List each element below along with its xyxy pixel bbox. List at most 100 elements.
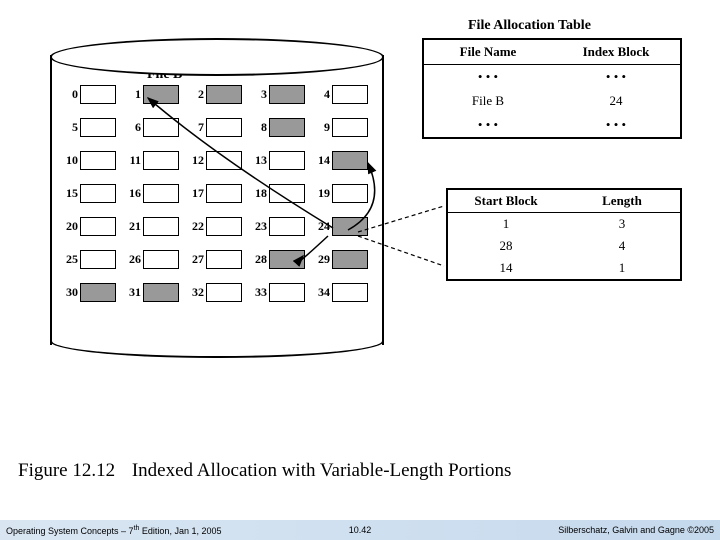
block-box — [143, 283, 179, 302]
block-cell: 18 — [249, 184, 312, 203]
block-number: 21 — [123, 219, 141, 234]
block-cell: 25 — [60, 250, 123, 269]
disk-cylinder: File B 012345678910111213141516171819202… — [50, 38, 380, 358]
block-box — [143, 118, 179, 137]
block-row: 5 6 7 8 9 — [60, 118, 378, 137]
block-cell: 17 — [186, 184, 249, 203]
block-cell: 30 — [60, 283, 123, 302]
block-cell: 20 — [60, 217, 123, 236]
figure-title: Indexed Allocation with Variable-Length … — [132, 460, 512, 481]
footer-page-number: 10.42 — [339, 525, 382, 535]
block-cell: 24 — [312, 217, 375, 236]
fat-header-row: File Name Index Block — [424, 40, 680, 65]
block-box — [332, 118, 368, 137]
index-row: 284 — [448, 235, 680, 257]
block-number: 32 — [186, 285, 204, 300]
block-number: 0 — [60, 87, 78, 102]
figure-number: Figure 12.12 — [18, 460, 115, 481]
block-box — [80, 85, 116, 104]
block-box — [332, 283, 368, 302]
block-row: 20 21 22 23 24 — [60, 217, 378, 236]
block-number: 5 — [60, 120, 78, 135]
block-number: 8 — [249, 120, 267, 135]
block-number: 12 — [186, 153, 204, 168]
block-cell: 3 — [249, 85, 312, 104]
slide-footer: Operating System Concepts – 7th Edition,… — [0, 520, 720, 540]
block-cell: 34 — [312, 283, 375, 302]
block-row: 01234 — [60, 85, 378, 104]
block-box — [269, 85, 305, 104]
block-cell: 27 — [186, 250, 249, 269]
block-box — [269, 151, 305, 170]
block-cell: 15 — [60, 184, 123, 203]
fat-cell: 24 — [552, 89, 680, 113]
index-header-row: Start Block Length — [448, 190, 680, 213]
block-number: 34 — [312, 285, 330, 300]
block-box — [332, 151, 368, 170]
index-cell: 28 — [448, 235, 564, 257]
block-box — [143, 184, 179, 203]
block-cell: 2 — [186, 85, 249, 104]
block-number: 6 — [123, 120, 141, 135]
block-box — [269, 217, 305, 236]
block-row: 3031 32 33 34 — [60, 283, 378, 302]
block-box — [206, 217, 242, 236]
block-cell: 22 — [186, 217, 249, 236]
block-cell: 31 — [123, 283, 186, 302]
block-number: 28 — [249, 252, 267, 267]
block-box — [206, 184, 242, 203]
block-number: 20 — [60, 219, 78, 234]
block-number: 14 — [312, 153, 330, 168]
block-box — [143, 85, 179, 104]
fat-title: File Allocation Table — [468, 18, 591, 34]
fat-cell: • • • — [552, 65, 680, 89]
block-number: 27 — [186, 252, 204, 267]
block-box — [80, 151, 116, 170]
index-cell: 1 — [448, 213, 564, 235]
block-box — [80, 250, 116, 269]
block-number: 23 — [249, 219, 267, 234]
block-cell: 26 — [123, 250, 186, 269]
fat-cell: File B — [424, 89, 552, 113]
block-cell: 12 — [186, 151, 249, 170]
block-cell: 0 — [60, 85, 123, 104]
block-box — [80, 217, 116, 236]
fat-cell: • • • — [424, 113, 552, 137]
block-cell: 8 — [249, 118, 312, 137]
block-number: 33 — [249, 285, 267, 300]
fat-row: • • •• • • — [424, 65, 680, 89]
diagram-area: File B 012345678910111213141516171819202… — [18, 8, 702, 433]
block-cell: 14 — [312, 151, 375, 170]
block-number: 4 — [312, 87, 330, 102]
block-box — [80, 118, 116, 137]
block-number: 22 — [186, 219, 204, 234]
block-grid: 0123456789101112131415161718192021222324… — [60, 85, 378, 316]
block-number: 26 — [123, 252, 141, 267]
block-cell: 10 — [60, 151, 123, 170]
fat-row: File B24 — [424, 89, 680, 113]
block-cell: 13 — [249, 151, 312, 170]
index-block-table: Start Block Length 13284141 — [446, 188, 682, 281]
fat-table: File Name Index Block • • •• • •File B24… — [422, 38, 682, 139]
index-header-length: Length — [564, 190, 680, 212]
block-number: 31 — [123, 285, 141, 300]
block-row: 1011121314 — [60, 151, 378, 170]
fat-header-indexblock: Index Block — [552, 40, 680, 64]
block-cell: 16 — [123, 184, 186, 203]
block-row: 151617 1819 — [60, 184, 378, 203]
footer-copyright: Silberschatz, Galvin and Gagne ©2005 — [381, 525, 720, 535]
block-cell: 19 — [312, 184, 375, 203]
block-cell: 9 — [312, 118, 375, 137]
index-cell: 1 — [564, 257, 680, 279]
fat-row: • • •• • • — [424, 113, 680, 137]
block-box — [269, 283, 305, 302]
block-cell: 7 — [186, 118, 249, 137]
fat-cell: • • • — [552, 113, 680, 137]
block-box — [269, 118, 305, 137]
block-box — [80, 283, 116, 302]
block-number: 3 — [249, 87, 267, 102]
block-box — [332, 85, 368, 104]
fat-body: • • •• • •File B24• • •• • • — [424, 65, 680, 137]
block-number: 17 — [186, 186, 204, 201]
block-number: 7 — [186, 120, 204, 135]
